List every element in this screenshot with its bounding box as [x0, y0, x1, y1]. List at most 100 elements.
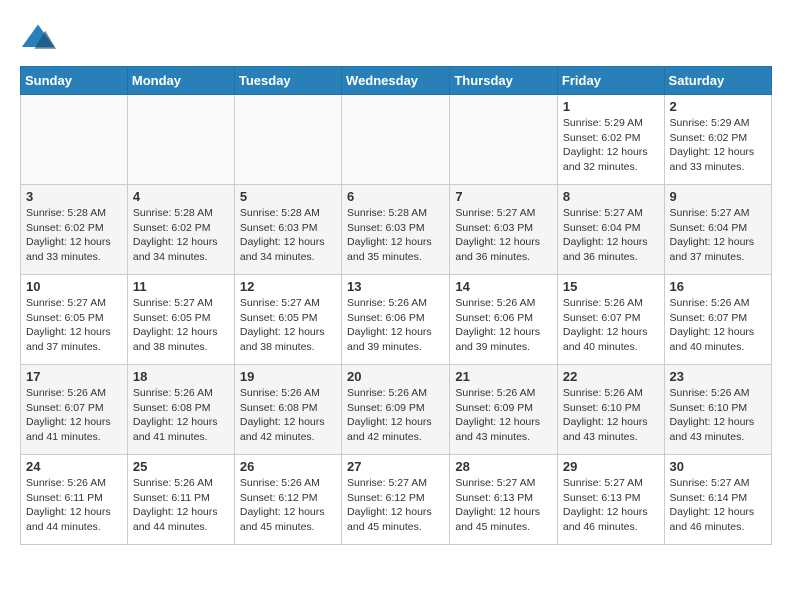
day-number: 25 [133, 459, 229, 474]
day-info: Sunrise: 5:26 AM Sunset: 6:09 PM Dayligh… [347, 386, 444, 445]
day-info: Sunrise: 5:27 AM Sunset: 6:14 PM Dayligh… [670, 476, 766, 535]
calendar-day-cell: 15 Sunrise: 5:26 AM Sunset: 6:07 PM Dayli… [557, 275, 664, 365]
day-info: Sunrise: 5:28 AM Sunset: 6:02 PM Dayligh… [26, 206, 122, 265]
day-number: 21 [455, 369, 552, 384]
calendar-day-cell: 5 Sunrise: 5:28 AM Sunset: 6:03 PM Daylig… [234, 185, 341, 275]
calendar-day-header: Wednesday [342, 67, 450, 95]
calendar-day-cell: 20 Sunrise: 5:26 AM Sunset: 6:09 PM Dayli… [342, 365, 450, 455]
calendar-day-header: Sunday [21, 67, 128, 95]
calendar-day-cell: 19Sunrise: 5:26 AM Sunset: 6:08 PM Dayli… [234, 365, 341, 455]
day-info: Sunrise: 5:26 AM Sunset: 6:06 PM Dayligh… [455, 296, 552, 355]
calendar-day-cell: 27 Sunrise: 5:27 AM Sunset: 6:12 PM Dayli… [342, 455, 450, 545]
calendar-week-row: 1 Sunrise: 5:29 AM Sunset: 6:02 PM Daylig… [21, 95, 772, 185]
day-number: 19 [240, 369, 336, 384]
day-number: 20 [347, 369, 444, 384]
day-number: 26 [240, 459, 336, 474]
calendar-day-cell: 11 Sunrise: 5:27 AM Sunset: 6:05 PM Dayli… [127, 275, 234, 365]
day-info: Sunrise: 5:27 AM Sunset: 6:13 PM Dayligh… [563, 476, 659, 535]
calendar-day-cell: 4Sunrise: 5:28 AM Sunset: 6:02 PM Daylig… [127, 185, 234, 275]
day-info: Sunrise: 5:26 AM Sunset: 6:06 PM Dayligh… [347, 296, 444, 355]
day-number: 2 [670, 99, 766, 114]
calendar-day-cell: 2 Sunrise: 5:29 AM Sunset: 6:02 PM Daylig… [664, 95, 771, 185]
day-number: 27 [347, 459, 444, 474]
day-info: Sunrise: 5:28 AM Sunset: 6:02 PM Dayligh… [133, 206, 229, 265]
day-info: Sunrise: 5:27 AM Sunset: 6:05 PM Dayligh… [26, 296, 122, 355]
day-number: 18 [133, 369, 229, 384]
calendar-week-row: 24 Sunrise: 5:26 AM Sunset: 6:11 PM Dayli… [21, 455, 772, 545]
day-number: 28 [455, 459, 552, 474]
calendar-table: SundayMondayTuesdayWednesdayThursdayFrid… [20, 66, 772, 545]
day-info: Sunrise: 5:26 AM Sunset: 6:07 PM Dayligh… [670, 296, 766, 355]
calendar-week-row: 17 Sunrise: 5:26 AM Sunset: 6:07 PM Dayli… [21, 365, 772, 455]
day-number: 10 [26, 279, 122, 294]
calendar-day-cell: 14 Sunrise: 5:26 AM Sunset: 6:06 PM Dayli… [450, 275, 558, 365]
day-info: Sunrise: 5:26 AM Sunset: 6:12 PM Dayligh… [240, 476, 336, 535]
calendar-day-cell [342, 95, 450, 185]
calendar-day-cell: 29 Sunrise: 5:27 AM Sunset: 6:13 PM Dayli… [557, 455, 664, 545]
calendar-day-header: Monday [127, 67, 234, 95]
calendar-day-cell: 1 Sunrise: 5:29 AM Sunset: 6:02 PM Daylig… [557, 95, 664, 185]
logo-icon [20, 20, 56, 56]
day-number: 24 [26, 459, 122, 474]
day-info: Sunrise: 5:27 AM Sunset: 6:12 PM Dayligh… [347, 476, 444, 535]
calendar-day-header: Thursday [450, 67, 558, 95]
day-info: Sunrise: 5:26 AM Sunset: 6:11 PM Dayligh… [133, 476, 229, 535]
day-info: Sunrise: 5:26 AM Sunset: 6:11 PM Dayligh… [26, 476, 122, 535]
day-info: Sunrise: 5:26 AM Sunset: 6:08 PM Dayligh… [133, 386, 229, 445]
calendar-day-cell: 10 Sunrise: 5:27 AM Sunset: 6:05 PM Dayli… [21, 275, 128, 365]
calendar-day-cell: 17 Sunrise: 5:26 AM Sunset: 6:07 PM Dayli… [21, 365, 128, 455]
day-number: 23 [670, 369, 766, 384]
day-info: Sunrise: 5:28 AM Sunset: 6:03 PM Dayligh… [347, 206, 444, 265]
day-number: 15 [563, 279, 659, 294]
day-info: Sunrise: 5:29 AM Sunset: 6:02 PM Dayligh… [670, 116, 766, 175]
calendar-day-cell: 21Sunrise: 5:26 AM Sunset: 6:09 PM Dayli… [450, 365, 558, 455]
calendar-week-row: 10 Sunrise: 5:27 AM Sunset: 6:05 PM Dayli… [21, 275, 772, 365]
day-number: 1 [563, 99, 659, 114]
day-info: Sunrise: 5:26 AM Sunset: 6:10 PM Dayligh… [563, 386, 659, 445]
day-info: Sunrise: 5:26 AM Sunset: 6:07 PM Dayligh… [563, 296, 659, 355]
day-info: Sunrise: 5:27 AM Sunset: 6:05 PM Dayligh… [240, 296, 336, 355]
day-number: 6 [347, 189, 444, 204]
day-number: 3 [26, 189, 122, 204]
calendar-day-cell [21, 95, 128, 185]
day-number: 11 [133, 279, 229, 294]
calendar-day-cell: 22Sunrise: 5:26 AM Sunset: 6:10 PM Dayli… [557, 365, 664, 455]
day-number: 30 [670, 459, 766, 474]
day-number: 14 [455, 279, 552, 294]
calendar-day-header: Friday [557, 67, 664, 95]
calendar-day-cell: 13 Sunrise: 5:26 AM Sunset: 6:06 PM Dayli… [342, 275, 450, 365]
calendar-day-cell [450, 95, 558, 185]
calendar-day-cell: 26 Sunrise: 5:26 AM Sunset: 6:12 PM Dayli… [234, 455, 341, 545]
day-info: Sunrise: 5:28 AM Sunset: 6:03 PM Dayligh… [240, 206, 336, 265]
day-number: 9 [670, 189, 766, 204]
day-number: 7 [455, 189, 552, 204]
day-info: Sunrise: 5:26 AM Sunset: 6:10 PM Dayligh… [670, 386, 766, 445]
calendar-day-cell [234, 95, 341, 185]
day-info: Sunrise: 5:26 AM Sunset: 6:07 PM Dayligh… [26, 386, 122, 445]
calendar-day-cell: 6 Sunrise: 5:28 AM Sunset: 6:03 PM Daylig… [342, 185, 450, 275]
calendar-day-cell: 23 Sunrise: 5:26 AM Sunset: 6:10 PM Dayli… [664, 365, 771, 455]
day-info: Sunrise: 5:29 AM Sunset: 6:02 PM Dayligh… [563, 116, 659, 175]
calendar-day-cell: 18 Sunrise: 5:26 AM Sunset: 6:08 PM Dayli… [127, 365, 234, 455]
day-number: 16 [670, 279, 766, 294]
day-number: 17 [26, 369, 122, 384]
day-info: Sunrise: 5:27 AM Sunset: 6:05 PM Dayligh… [133, 296, 229, 355]
page-header [20, 20, 772, 56]
day-info: Sunrise: 5:27 AM Sunset: 6:04 PM Dayligh… [563, 206, 659, 265]
calendar-day-cell: 25 Sunrise: 5:26 AM Sunset: 6:11 PM Dayli… [127, 455, 234, 545]
calendar-day-cell [127, 95, 234, 185]
calendar-day-cell: 24 Sunrise: 5:26 AM Sunset: 6:11 PM Dayli… [21, 455, 128, 545]
day-number: 5 [240, 189, 336, 204]
calendar-day-cell: 9 Sunrise: 5:27 AM Sunset: 6:04 PM Daylig… [664, 185, 771, 275]
calendar-week-row: 3 Sunrise: 5:28 AM Sunset: 6:02 PM Daylig… [21, 185, 772, 275]
day-info: Sunrise: 5:27 AM Sunset: 6:03 PM Dayligh… [455, 206, 552, 265]
calendar-day-cell: 16 Sunrise: 5:26 AM Sunset: 6:07 PM Dayli… [664, 275, 771, 365]
calendar-day-cell: 3 Sunrise: 5:28 AM Sunset: 6:02 PM Daylig… [21, 185, 128, 275]
calendar-day-cell: 28Sunrise: 5:27 AM Sunset: 6:13 PM Dayli… [450, 455, 558, 545]
day-info: Sunrise: 5:27 AM Sunset: 6:04 PM Dayligh… [670, 206, 766, 265]
calendar-day-header: Saturday [664, 67, 771, 95]
day-number: 29 [563, 459, 659, 474]
day-number: 8 [563, 189, 659, 204]
calendar-day-cell: 12Sunrise: 5:27 AM Sunset: 6:05 PM Dayli… [234, 275, 341, 365]
day-number: 13 [347, 279, 444, 294]
